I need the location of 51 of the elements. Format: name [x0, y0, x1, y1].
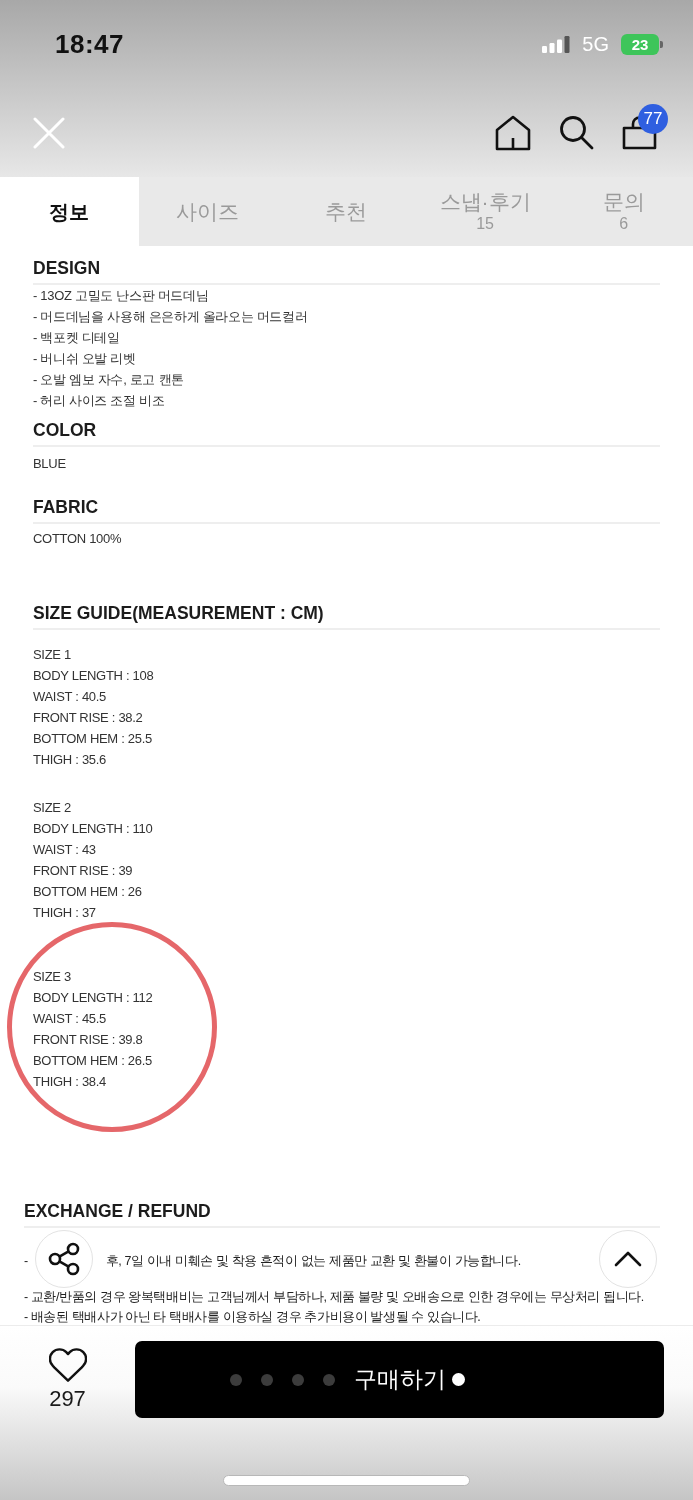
search-button[interactable] — [559, 115, 594, 150]
cart-count-badge: 77 — [638, 103, 668, 134]
size-measurement: BODY LENGTH : 108 — [33, 667, 155, 685]
policy-text: - 배송된 택배사가 아닌 타 택배사를 이용하실 경우 추가비용이 발생될 수 있습니다. — [24, 1309, 481, 1325]
cart-button[interactable]: 77 — [622, 103, 668, 150]
home-icon — [495, 114, 531, 151]
size-measurement: FRONT RISE : 39 — [33, 862, 134, 880]
size-measurement: WAIST : 45.5 — [33, 1010, 107, 1028]
design-item: - 오발 엠보 자수, 로고 캔톤 — [33, 371, 185, 389]
size-measurement: BOTTOM HEM : 26 — [33, 883, 143, 901]
design-item: - 머드데님을 사용해 은은하게 올라오는 머드컬러 — [33, 308, 309, 326]
tab[interactable]: 정보 — [0, 177, 139, 246]
size-measurement: THIGH : 35.6 — [33, 751, 107, 769]
size-label: SIZE 1 — [33, 646, 72, 664]
policy-text: - — [24, 1253, 28, 1269]
section-heading: FABRIC — [33, 496, 100, 518]
network-label: 5G — [582, 32, 609, 56]
design-item: - 13OZ 고밀도 난스판 머드데님 — [33, 287, 210, 305]
status-time: 18:47 — [55, 28, 124, 60]
section-heading: COLOR — [33, 419, 98, 441]
signal-icon — [542, 35, 571, 53]
size-measurement: BOTTOM HEM : 26.5 — [33, 1052, 153, 1070]
like-count: 297 — [49, 1387, 86, 1411]
home-button[interactable] — [495, 114, 531, 151]
chevron-up-icon — [614, 1251, 642, 1267]
buy-button[interactable]: 구매하기 — [135, 1341, 664, 1418]
heart-icon[interactable] — [48, 1348, 87, 1382]
policy-text: 후, 7일 이내 미훼손 및 착용 흔적이 없는 제품만 교환 및 환불이 가능합니다. — [105, 1253, 521, 1269]
share-icon — [48, 1242, 80, 1276]
section-heading: DESIGN — [33, 257, 102, 279]
close-icon — [33, 116, 65, 149]
search-icon — [559, 115, 594, 150]
size-label: SIZE 3 — [33, 968, 72, 986]
design-item: - 백포켓 디테일 — [33, 329, 121, 347]
size-measurement: THIGH : 38.4 — [33, 1073, 107, 1091]
size-measurement: WAIST : 40.5 — [33, 688, 107, 706]
size-measurement: THIGH : 37 — [33, 904, 97, 922]
color-value: BLUE — [33, 455, 67, 473]
size-measurement: BODY LENGTH : 112 — [33, 989, 154, 1007]
section-heading: SIZE GUIDE(MEASUREMENT : CM) — [33, 602, 325, 624]
design-item: - 버니쉬 오발 리벳 — [33, 350, 137, 368]
size-measurement: WAIST : 43 — [33, 841, 97, 859]
size-measurement: BOTTOM HEM : 25.5 — [33, 730, 153, 748]
section-heading: EXCHANGE / REFUND — [24, 1200, 212, 1222]
design-item: - 허리 사이즈 조절 비조 — [33, 392, 166, 410]
size-measurement: FRONT RISE : 39.8 — [33, 1031, 144, 1049]
fabric-value: COTTON 100% — [33, 530, 123, 548]
size-measurement: FRONT RISE : 38.2 — [33, 709, 144, 727]
size-label: SIZE 2 — [33, 799, 72, 817]
size-measurement: BODY LENGTH : 110 — [33, 820, 154, 838]
policy-text: - 교환/반품의 경우 왕복택배비는 고객님께서 부담하나, 제품 불량 및 오배송으로 인한 경우에는 무상처리 됩니다. — [24, 1289, 644, 1305]
